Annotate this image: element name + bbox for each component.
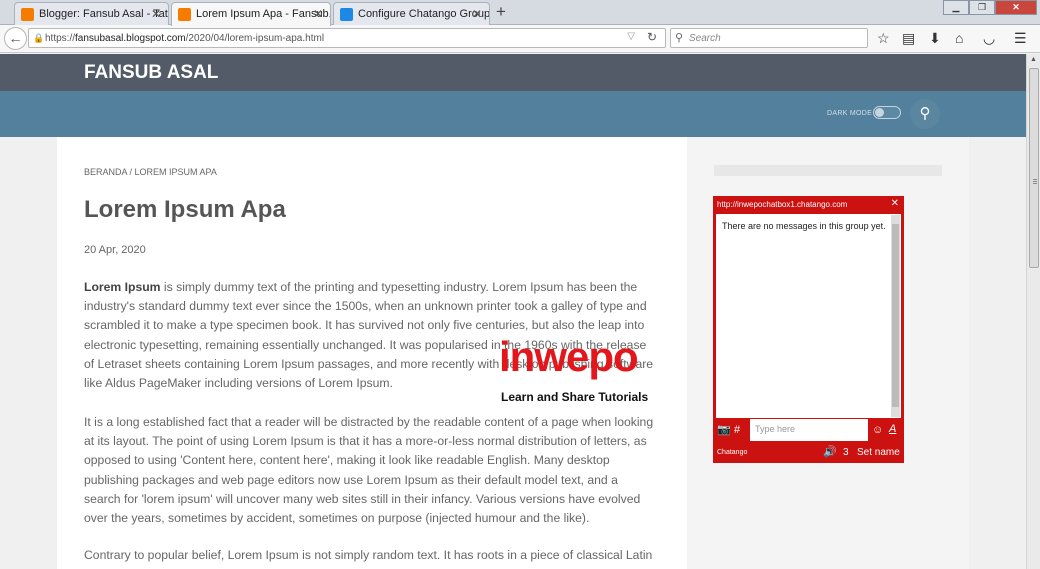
tab-chatango[interactable]: Configure Chatango Group ✕ xyxy=(333,2,490,25)
watermark-tagline: Learn and Share Tutorials xyxy=(501,390,649,404)
chatango-brand[interactable]: Chatango xyxy=(717,449,747,456)
maximize-button[interactable]: ❐ xyxy=(969,0,995,15)
hashtag-button[interactable]: # xyxy=(734,424,740,436)
search-icon: ⚲ xyxy=(675,32,684,44)
paragraph-3: Contrary to popular belief, Lorem Ipsum … xyxy=(84,548,653,562)
tab-blogger[interactable]: Blogger: Fansub Asal - Tat... ✕ xyxy=(14,2,169,25)
chatbox-scrollbar[interactable] xyxy=(891,215,900,417)
tab-title: Configure Chatango Group xyxy=(358,8,490,20)
tab-title: Blogger: Fansub Asal - Tat... xyxy=(39,8,169,20)
scrollbar-thumb[interactable] xyxy=(892,224,899,407)
tab-strip: Blogger: Fansub Asal - Tat... ✕ Lorem Ip… xyxy=(0,0,1040,26)
close-tab-icon[interactable]: ✕ xyxy=(472,7,482,21)
chatbox-messages: There are no messages in this group yet. xyxy=(716,214,901,418)
scroll-up-icon[interactable]: ▲ xyxy=(1030,56,1037,63)
pocket-icon[interactable]: ◡ xyxy=(983,30,995,46)
navigation-toolbar: ← 🔒 https://fansubasal.blogspot.com/2020… xyxy=(0,25,1040,53)
window-controls: ▁ ❐ ✕ xyxy=(943,0,1037,15)
grip-icon xyxy=(1033,179,1037,180)
url-path: /2020/04/lorem-ipsum-apa.html xyxy=(185,33,325,44)
inwepo-watermark: inwepo Learn and Share Tutorials xyxy=(497,336,667,408)
close-tab-icon[interactable]: ✕ xyxy=(313,7,323,21)
url-host: fansubasal.blogspot.com xyxy=(75,33,186,44)
post-date: 20 Apr, 2020 xyxy=(84,244,146,256)
post-title: Lorem Ipsum Apa xyxy=(84,196,286,223)
sidebar-widget-header xyxy=(714,165,942,176)
back-icon: ← xyxy=(8,30,23,46)
new-tab-button[interactable]: + xyxy=(496,3,506,20)
menu-icon[interactable]: ☰ xyxy=(1014,30,1027,46)
site-navbar: DARK MODE ⚲ xyxy=(0,91,1026,137)
set-name-button[interactable]: Set name xyxy=(857,447,900,458)
user-count: 3 xyxy=(843,447,849,458)
speaker-icon[interactable]: 🔊 xyxy=(823,445,837,458)
web-page: FANSUB ASAL DARK MODE ⚲ BERANDA / LOREM … xyxy=(0,54,1026,569)
emoji-icon[interactable]: ☺ xyxy=(872,424,883,436)
blogger-favicon-icon xyxy=(21,8,34,21)
site-search-button[interactable]: ⚲ xyxy=(910,99,940,129)
lock-icon: 🔒 xyxy=(33,33,45,43)
bookmark-star-icon[interactable]: ☆ xyxy=(877,30,890,46)
minimize-button[interactable]: ▁ xyxy=(943,0,969,15)
camera-icon[interactable]: 📷 xyxy=(717,423,731,436)
site-brand[interactable]: FANSUB ASAL xyxy=(84,62,218,84)
paragraph-2: It is a long established fact that a rea… xyxy=(84,415,654,526)
blogger-favicon-icon xyxy=(178,8,191,21)
dark-mode-toggle[interactable] xyxy=(873,106,901,119)
breadcrumb[interactable]: BERANDA / LOREM IPSUM APA xyxy=(84,167,217,177)
url-prefix: https:// xyxy=(45,33,76,44)
chatbox-url[interactable]: http://inwepochatbox1.chatango.com xyxy=(717,200,847,209)
dark-mode-label: DARK MODE xyxy=(827,110,873,117)
chat-message-input[interactable]: Type here xyxy=(750,419,868,441)
lead-text: Lorem Ipsum xyxy=(84,280,161,294)
empty-message: There are no messages in this group yet. xyxy=(722,221,886,231)
close-window-button[interactable]: ✕ xyxy=(995,0,1037,15)
chatbox-close-button[interactable]: ✕ xyxy=(891,198,899,209)
search-icon: ⚲ xyxy=(919,105,931,122)
close-tab-icon[interactable]: ✕ xyxy=(151,7,161,21)
chatango-favicon-icon xyxy=(340,8,353,21)
font-style-button[interactable]: A xyxy=(889,423,896,435)
url-dropdown-icon[interactable]: ▽ xyxy=(627,31,635,42)
watermark-logo: inwepo xyxy=(499,333,639,380)
reload-icon[interactable]: ↻ xyxy=(647,30,657,44)
page-scrollbar[interactable]: ▲ xyxy=(1026,54,1040,569)
download-icon[interactable]: ⬇ xyxy=(929,30,941,46)
toggle-knob xyxy=(875,108,884,117)
tab-lorem-ipsum[interactable]: Lorem Ipsum Apa - Fansub... ✕ xyxy=(171,2,331,26)
url-bar[interactable]: 🔒 https://fansubasal.blogspot.com/2020/0… xyxy=(28,28,666,48)
home-icon[interactable]: ⌂ xyxy=(955,30,963,46)
chatango-chatbox: http://inwepochatbox1.chatango.com ✕ The… xyxy=(713,196,904,463)
tab-title: Lorem Ipsum Apa - Fansub... xyxy=(196,8,331,20)
site-topbar: FANSUB ASAL xyxy=(0,54,1026,91)
scrollbar-thumb[interactable] xyxy=(1029,68,1039,268)
reading-list-icon[interactable]: ▤ xyxy=(902,30,915,46)
search-placeholder: Search xyxy=(689,33,721,44)
back-button[interactable]: ← xyxy=(4,27,27,50)
search-input[interactable]: ⚲ Search xyxy=(670,28,868,48)
